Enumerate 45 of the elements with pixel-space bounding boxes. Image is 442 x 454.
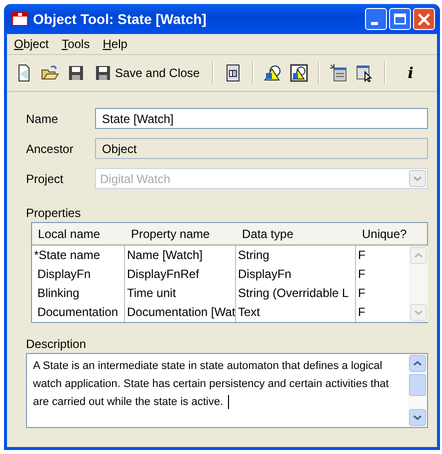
maximize-button[interactable]	[389, 8, 411, 30]
table-cell: Documentation [Wat	[125, 303, 236, 322]
menu-item[interactable]: Object	[14, 37, 49, 51]
table-cell: DisplayFn	[32, 265, 125, 284]
column-header[interactable]: Local name	[32, 226, 125, 240]
info-button[interactable]: i	[400, 64, 422, 82]
table-cell: Blinking	[32, 284, 125, 303]
field-label: Ancestor	[26, 142, 74, 156]
table-cell-text: F	[357, 266, 366, 283]
column-header[interactable]: Data type	[236, 226, 356, 240]
text-field[interactable]: Object	[95, 138, 428, 159]
description-field[interactable]: A State is an intermediate state in state automaton that defines a logical watch application. State has certain persistency and certain activities that are carried out while the state is active.	[26, 353, 428, 428]
scroll-down-icon[interactable]	[409, 409, 426, 426]
table-cell: DisplayFn	[236, 265, 356, 284]
window-title: Object Tool: State [Watch]	[33, 11, 208, 27]
field-label: Project	[26, 172, 64, 186]
table-cell: *State name	[32, 246, 125, 265]
table-cell-text: F	[357, 285, 366, 302]
menu-item[interactable]: Help	[102, 37, 128, 51]
table-cell: Time unit	[125, 284, 236, 303]
section-label: Properties	[26, 206, 82, 220]
close-button[interactable]	[413, 8, 435, 30]
text-cursor	[228, 395, 230, 410]
field-label: Name	[26, 112, 60, 126]
table-cell-text: F	[357, 247, 366, 264]
scroll-thumb[interactable]	[409, 374, 426, 396]
table-cell: String	[236, 246, 356, 265]
table-cell: DisplayFnRef	[125, 265, 236, 284]
scrollbar[interactable]	[408, 354, 427, 427]
app-icon	[12, 12, 28, 26]
table-cell: Text	[236, 303, 356, 322]
minimize-button[interactable]	[365, 8, 387, 30]
column-header[interactable]: Unique?	[356, 226, 409, 240]
text-field[interactable]: State [Watch]	[95, 108, 428, 129]
column-header[interactable]: Property name	[125, 226, 236, 240]
framed-picture-icon[interactable]	[288, 62, 310, 84]
minimize-icon	[371, 22, 378, 25]
menu-item[interactable]: Tools	[62, 37, 90, 51]
table-cell: Name [Watch]	[125, 246, 236, 265]
table-cell-text: F	[357, 304, 366, 321]
save-and-close-button[interactable]: Save and Close	[91, 63, 204, 83]
section-label: Description	[26, 337, 88, 351]
table-cell: String (Overridable L	[236, 284, 356, 303]
table-cell: Documentation	[32, 303, 125, 322]
scroll-up-icon[interactable]	[409, 355, 426, 372]
